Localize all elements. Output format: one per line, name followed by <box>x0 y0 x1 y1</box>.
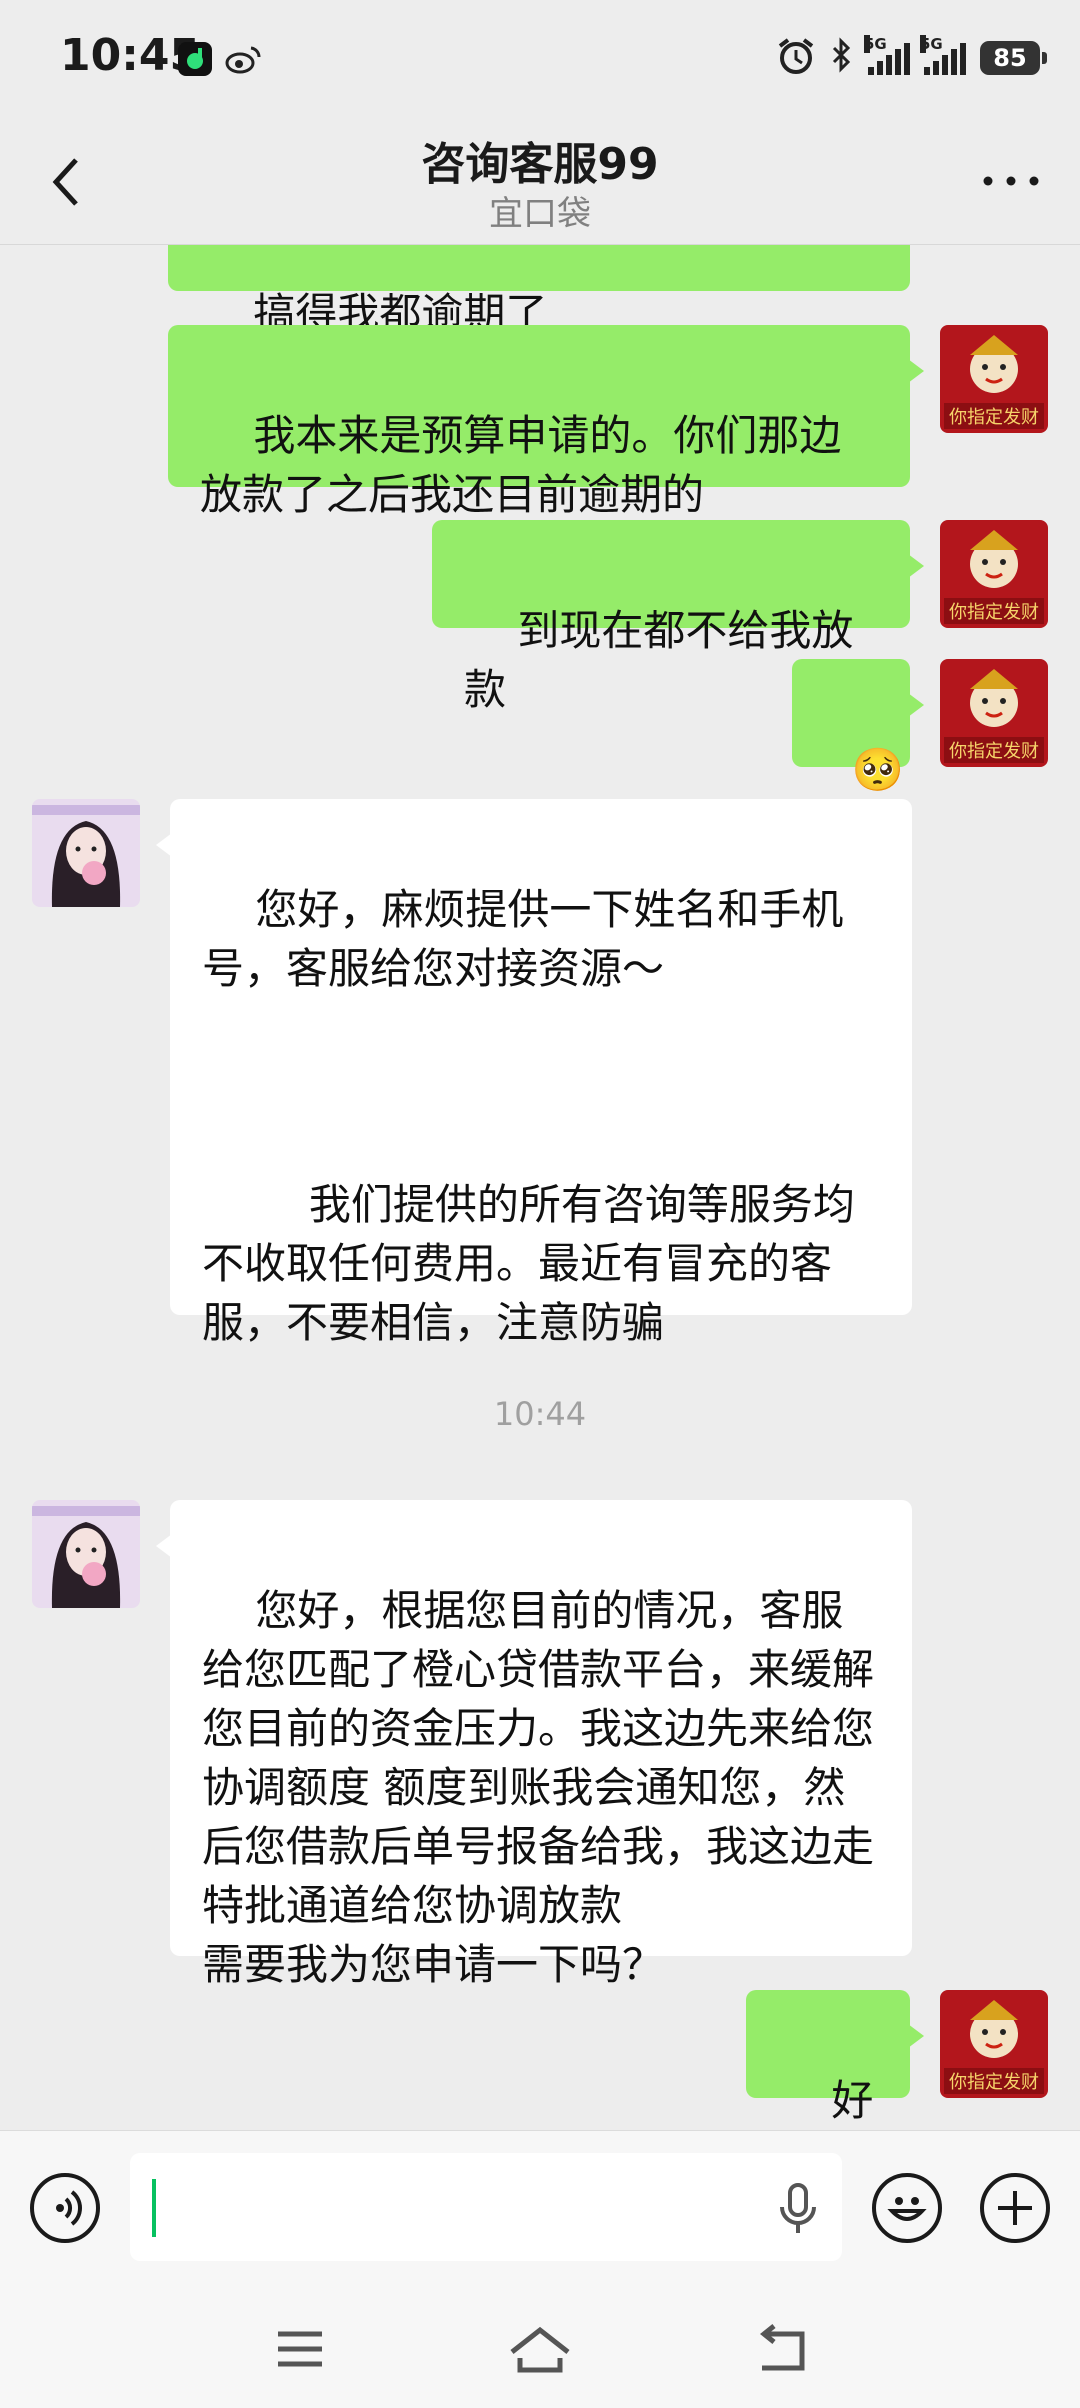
message-list[interactable]: 搞得我都逾期了 我本来是预算申请的。你们那边放款了之后我还目前逾期的 你指定发财… <box>0 245 1080 2130</box>
signal-type-label: 5G <box>864 35 887 53</box>
avatar-self[interactable]: 你指定发财 <box>940 325 1048 433</box>
chat-subtitle: 宜口袋 <box>489 194 591 234</box>
message-bubble[interactable]: 🥺 <box>792 659 924 794</box>
home-nav-button[interactable] <box>508 2324 570 2374</box>
status-bar: 10:45 5G 5G 85 <box>0 0 1080 120</box>
signal-icon: 5G <box>864 35 910 75</box>
message-bubble[interactable]: 您好，根据您目前的情况，客服给您匹配了橙心贷借款平台，来缓解您目前的资金压力。我… <box>156 1500 912 1989</box>
voice-icon <box>56 2190 82 2226</box>
text-caret <box>152 2179 156 2237</box>
chat-title: 咨询客服99 <box>421 139 659 190</box>
message-bubble[interactable]: 好👌🏻 <box>746 1990 924 2125</box>
more-functions-button[interactable] <box>980 2173 1050 2243</box>
message-input[interactable] <box>130 2153 842 2261</box>
message-text: 您好，根据您目前的情况，客服给您匹配了橙心贷借款平台，来缓解您目前的资金压力。我… <box>202 1586 875 1989</box>
message-bubble[interactable]: 到现在都不给我放款 <box>432 520 924 714</box>
message-text: 好👌🏻 <box>831 2076 874 2125</box>
message-bubble[interactable]: 我本来是预算申请的。你们那边放款了之后我还目前逾期的 <box>168 325 924 519</box>
avatar-self[interactable]: 你指定发财 <box>940 1990 1048 2098</box>
avatar-self[interactable]: 你指定发财 <box>940 659 1048 767</box>
message-bubble[interactable]: 搞得我都逾期了 <box>168 245 910 338</box>
avatar-agent[interactable] <box>32 1500 140 1608</box>
weibo-icon <box>224 42 261 76</box>
avatar-self[interactable]: 你指定发财 <box>940 520 1048 628</box>
timestamp: 10:44 <box>493 1395 587 1433</box>
signal-icon: 5G <box>920 35 966 75</box>
return-icon <box>759 2324 805 2371</box>
input-bar <box>0 2130 1080 2285</box>
alarm-icon <box>776 36 816 80</box>
avatar-caption: 你指定发财 <box>949 602 1039 623</box>
avatar-caption: 你指定发财 <box>949 741 1039 762</box>
home-icon <box>510 2326 570 2373</box>
chat-header: 咨询客服99 宜口袋 <box>0 120 1080 245</box>
more-icon <box>983 176 1039 186</box>
voice-mode-button[interactable] <box>30 2173 100 2243</box>
menu-icon <box>278 2331 322 2367</box>
battery-icon: 85 <box>980 41 1047 75</box>
plus-icon <box>998 2191 1032 2225</box>
menu-nav-button[interactable] <box>270 2324 330 2374</box>
message-text: 您好，麻烦提供一下姓名和手机号，客服给您对接资源～ 我们提供的所有咨询等服务均不… <box>202 885 855 1347</box>
smiley-icon <box>887 2197 927 2221</box>
bluetooth-icon <box>830 36 854 80</box>
avatar-caption: 你指定发财 <box>949 2072 1039 2093</box>
avatar-caption: 你指定发财 <box>949 407 1039 428</box>
signal-type-label: 5G <box>920 35 943 53</box>
system-nav-bar <box>0 2284 1080 2408</box>
more-options-button[interactable] <box>976 166 1046 196</box>
emoji-pleading-icon: 🥺 <box>851 745 904 794</box>
avatar-agent[interactable] <box>32 799 140 907</box>
microphone-button[interactable] <box>776 2181 820 2237</box>
message-bubble[interactable]: 您好，麻烦提供一下姓名和手机号，客服给您对接资源～ 我们提供的所有咨询等服务均不… <box>156 799 912 1347</box>
music-app-icon <box>178 42 212 76</box>
back-nav-button[interactable] <box>752 2324 812 2374</box>
emoji-button[interactable] <box>872 2173 942 2243</box>
microphone-icon <box>780 2183 816 2233</box>
message-text: 我本来是预算申请的。你们那边放款了之后我还目前逾期的 <box>200 411 842 519</box>
